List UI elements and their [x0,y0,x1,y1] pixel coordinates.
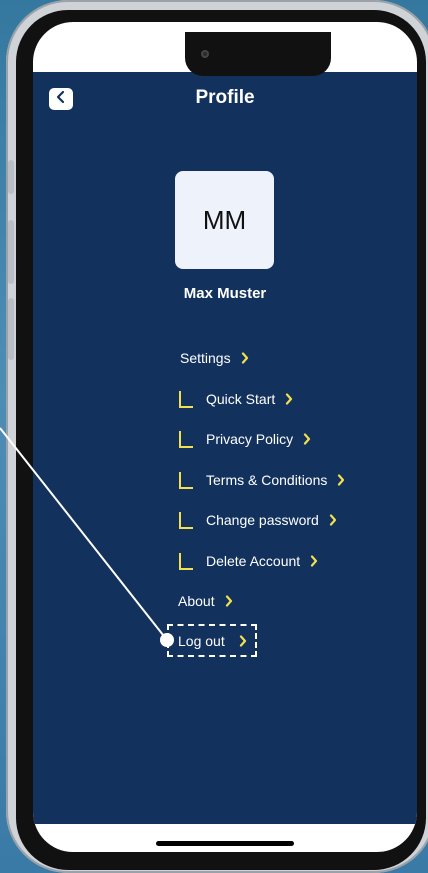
phone-screen: Profile MM Max Muster Settings Quick Sta… [33,22,417,852]
notch [185,32,331,76]
log-out-highlight-box [167,624,257,657]
chevron-right-icon [225,595,233,607]
menu-item-label: Terms & Conditions [206,472,328,488]
menu-item-quick-start[interactable]: Quick Start [179,389,293,409]
page-title: Profile [195,87,255,108]
avatar-initials: MM [202,204,247,235]
chevron-right-icon [337,474,345,486]
phone-side-button [8,220,14,284]
camera-icon [201,50,209,58]
chevron-right-icon [303,433,311,445]
tree-branch-icon [179,390,193,408]
tree-branch-icon [179,511,193,529]
chevron-right-icon [285,393,293,405]
menu-item-change-password[interactable]: Change password [179,510,337,530]
chevron-right-icon [329,514,337,526]
menu-item-label: Change password [206,512,319,528]
user-name: Max Muster [183,285,267,302]
menu-item-label: Settings [180,350,231,366]
phone-side-button [8,298,14,360]
menu-item-label: About [178,593,215,609]
chevron-right-icon [310,555,318,567]
home-indicator [156,841,294,846]
tree-branch-icon [179,430,193,448]
menu-item-label: Quick Start [206,391,276,407]
phone-side-button [8,160,14,194]
chevron-right-icon [241,352,249,364]
menu-item-label: Privacy Policy [206,431,294,447]
menu-item-settings[interactable]: Settings [180,348,249,368]
tree-branch-icon [179,471,193,489]
menu-item-about[interactable]: About [178,591,233,611]
tree-branch-icon [179,552,193,570]
avatar: MM [175,171,274,269]
menu-item-privacy-policy[interactable]: Privacy Policy [179,429,311,449]
profile-screen: Profile MM Max Muster Settings Quick Sta… [33,72,417,824]
menu-item-label: Delete Account [206,553,301,569]
menu-item-terms-conditions[interactable]: Terms & Conditions [179,470,345,490]
menu-item-delete-account[interactable]: Delete Account [179,551,318,571]
